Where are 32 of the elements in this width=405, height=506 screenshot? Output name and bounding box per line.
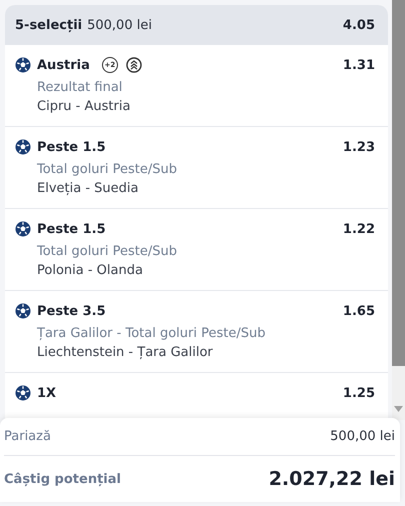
soccer-ball-icon (15, 57, 31, 73)
pick-name: Peste 1.5 (37, 222, 106, 236)
odds: 1.25 (342, 386, 375, 400)
market-name: Total goluri Peste/Sub (36, 161, 178, 179)
pick-name: Austria (37, 58, 90, 72)
odds: 1.65 (342, 304, 375, 318)
odds: 1.31 (342, 58, 375, 72)
pick-name: Peste 3.5 (37, 304, 106, 318)
market-name: Țara Galilor - Total goluri Peste/Sub (36, 325, 266, 343)
soccer-ball-icon (15, 221, 31, 237)
stake-amount: 500,00 lei (87, 18, 152, 32)
potential-win-value: 2.027,22 lei (268, 468, 395, 490)
chevrons-up-icon (126, 57, 142, 73)
selection-count: 5-selecții (15, 18, 82, 32)
stake-value: 500,00 lei (330, 429, 395, 444)
soccer-ball-icon (15, 385, 31, 401)
total-odds: 4.05 (342, 18, 375, 32)
pick-name: 1X (37, 386, 56, 400)
event-name: Cipru - Austria (36, 98, 132, 116)
scroll-down-icon[interactable] (394, 406, 403, 412)
soccer-ball-icon (15, 139, 31, 155)
event-name: Elveția - Suedia (36, 180, 140, 198)
odds: 1.23 (342, 140, 375, 154)
potential-win-label: Câștig potențial (4, 472, 121, 486)
event-name: Polonia - Olanda (36, 262, 144, 280)
event-name: Liechtenstein - Țara Galilor (36, 344, 214, 362)
stake-label: Pariază (4, 429, 51, 444)
pick-name: Peste 1.5 (37, 140, 106, 154)
market-name: Rezultat final (36, 79, 124, 97)
soccer-ball-icon (15, 303, 31, 319)
market-name: Total goluri Peste/Sub (36, 243, 178, 261)
odds: 1.22 (342, 222, 375, 236)
